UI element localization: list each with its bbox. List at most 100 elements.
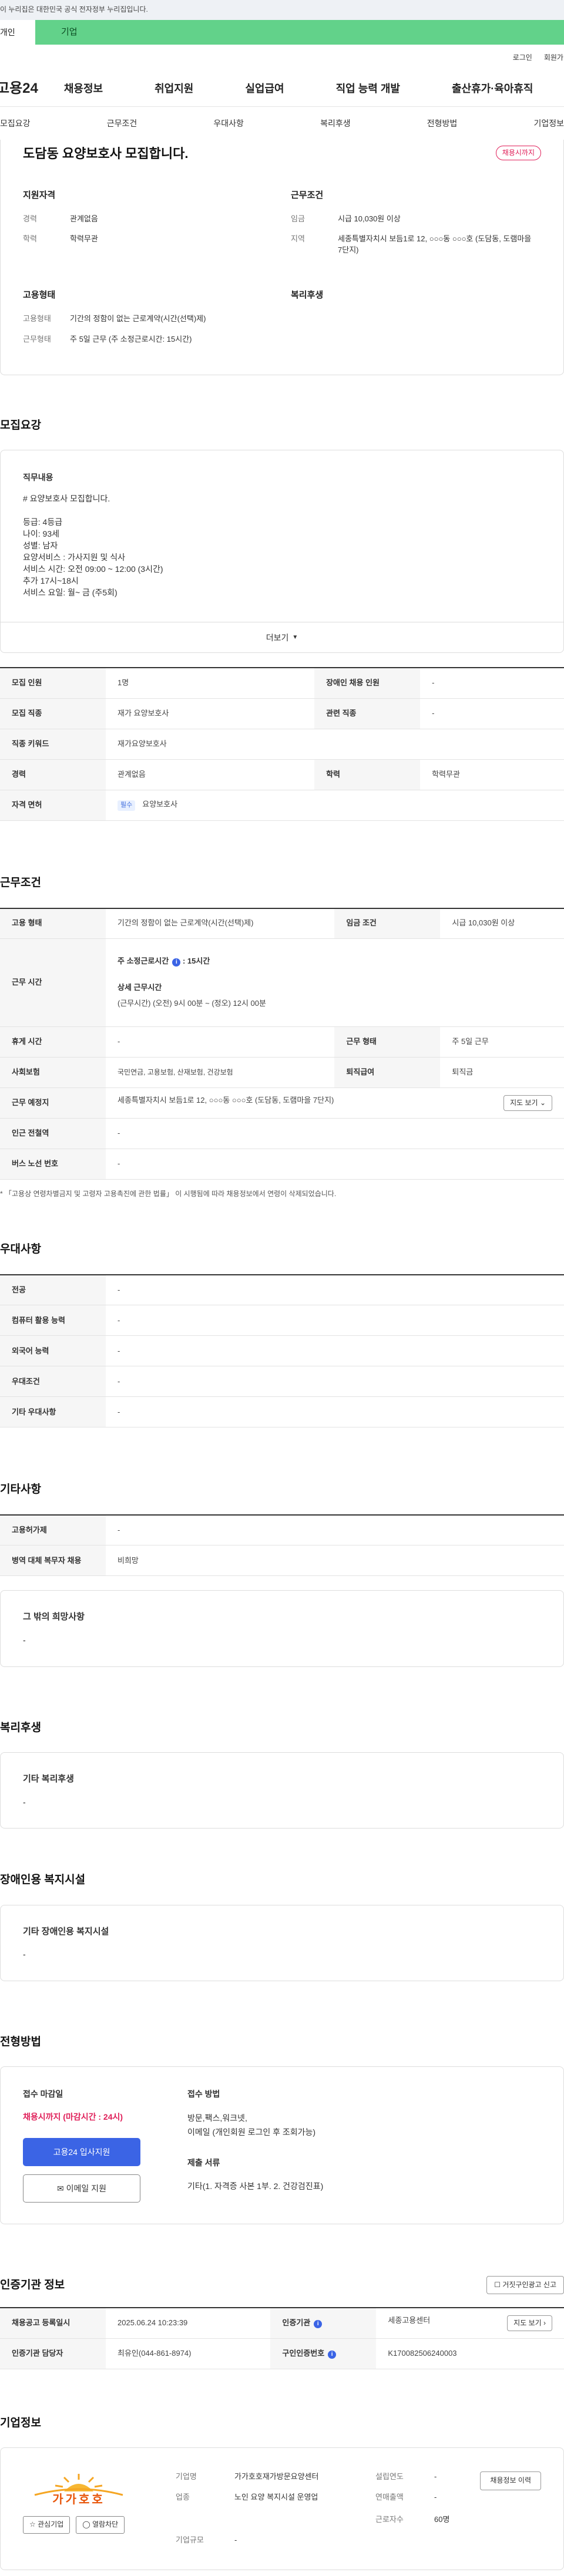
table-row: 근무 시간 주 소정근로시간 i : 15시간 상세 근무시간 (근무시간) (오…	[0, 938, 564, 1027]
block-company-button[interactable]: ◯ 열람차단	[76, 2516, 125, 2534]
cert-table: 채용공고 등록일시 2025.06.24 10:23:39 인증기관 i 세종고용센…	[0, 2307, 564, 2369]
favorite-company-button[interactable]: ☆ 관심기업	[23, 2516, 70, 2534]
table-cell: -	[420, 698, 564, 729]
table-header-cell: 관련 직종	[314, 698, 421, 729]
table-header-cell: 고용허가제	[0, 1514, 106, 1546]
summary-employment: 고용형태 고용형태 기간의 정함이 없는 근로계약(시간(선택)제) 근무형태 주 …	[23, 289, 273, 354]
map-button[interactable]: 지도 보기 ⌄	[503, 1095, 552, 1112]
cert-no-label: 구인인증번호	[282, 2348, 325, 2358]
welfare-label: 기타 복리후생	[23, 1774, 74, 1784]
duty-box: 직무내용 # 요양보호사 모집합니다. 등급: 4등급 나이: 93세 성별: …	[0, 450, 564, 654]
sales-label: 연매출액	[375, 2493, 404, 2502]
cert-heading: 인증기관 정보	[0, 2278, 65, 2291]
table-cell: -	[106, 1514, 564, 1546]
other-wishes-value: -	[23, 1635, 26, 1645]
block-label: 열람차단	[92, 2520, 119, 2529]
table-row: 인증기관 담당자 최유인(044-861-8974) 구인인증번호 i K17008…	[0, 2338, 564, 2369]
more-button[interactable]: 더보기 ▼	[1, 622, 563, 652]
license-value: 요양보호사	[142, 800, 178, 809]
docs-value: 기타(1. 자격증 사본 1부. 2. 건강검진표)	[187, 2181, 324, 2191]
site-logo[interactable]: 고용24	[0, 79, 38, 99]
selection-box: 접수 마감일 채용시까지 (마감시간 : 24시) 고용24 입사지원 ✉ 이메…	[0, 2066, 564, 2224]
nav-employment-support[interactable]: 취업지원	[155, 81, 193, 96]
nav-jobs[interactable]: 채용정보	[64, 81, 103, 96]
table-row: 사회보험 국민연금, 고용보험, 산재보험, 건강보험 퇴직급여 퇴직금	[0, 1057, 564, 1088]
job-history-button[interactable]: 채용정보 이력	[480, 2471, 541, 2490]
table-header-cell: 장애인 채용 인원	[314, 667, 421, 699]
summary-card: 도담동 요양보호사 모집합니다. 채용시까지 지원자격 경력 관계없음 학력 학력무…	[0, 140, 564, 375]
report-fake-ad-button[interactable]: ☐ 거짓구인광고 신고	[486, 2275, 564, 2295]
info-key: 설립연도	[375, 2472, 404, 2481]
anchor-company[interactable]: 기업정보	[533, 117, 564, 129]
table-cell: -	[106, 1274, 564, 1306]
info-icon[interactable]: i	[314, 2320, 323, 2329]
apply-button[interactable]: 고용24 입사지원	[23, 2137, 140, 2166]
table-cell: 주 5일 근무	[440, 1026, 564, 1058]
table-cell: -	[106, 1396, 564, 1428]
table-header-cell: 임금 조건	[334, 907, 441, 939]
nav-job-training[interactable]: 직업 능력 개발	[336, 81, 400, 96]
company-box: 가가호호 ☆ 관심기업 ◯ 열람차단 기업명 가가호호재가방문요양센터 설립연도 -…	[0, 2447, 564, 2570]
table-header-cell: 채용공고 등록일시	[0, 2307, 106, 2339]
company-logo: 가가호호	[23, 2471, 135, 2508]
company-logo-area: 가가호호 ☆ 관심기업 ◯ 열람차단	[23, 2471, 140, 2545]
method-value-1: 방문,팩스,워크넷,	[187, 2113, 247, 2123]
recruit-table: 모집 인원 1명 장애인 채용 인원 - 모집 직종 재가 요양보호사 관련 직종 - …	[0, 667, 564, 821]
table-row: 직종 키워드 재가요양보호사	[0, 729, 564, 760]
anchor-welfare[interactable]: 복리후생	[320, 117, 351, 129]
email-apply-button[interactable]: ✉ 이메일 지원	[23, 2174, 140, 2203]
welfare-box: 기타 복리후생 -	[0, 1752, 564, 1829]
org-cell: 세종고용센터 지도 보기 ›	[376, 2307, 564, 2339]
table-cell: -	[420, 667, 564, 699]
duty-text: # 요양보호사 모집합니다. 등급: 4등급 나이: 93세 성별: 남자 요양…	[23, 494, 163, 598]
table-header-cell: 전공	[0, 1274, 106, 1306]
anchor-recruit[interactable]: 모집요강	[0, 117, 31, 129]
nav-parental-leave[interactable]: 출산휴가·육아휴직	[452, 81, 533, 96]
document-icon: ☐	[494, 2280, 501, 2289]
site-tabs: 개인 기업	[0, 20, 564, 45]
detail-hours-label: 상세 근무시간	[118, 983, 162, 992]
disability-label: 기타 장애인용 복지시설	[23, 1926, 109, 1937]
table-header-cell: 직종 키워드	[0, 729, 106, 760]
signup-link[interactable]: 회원가입	[544, 53, 564, 63]
table-header-cell: 컴퓨터 활용 능력	[0, 1305, 106, 1336]
table-row: 근무 예정지 세종특별자치시 보듬1로 12, ○○○동 ○○○호 (도담동, …	[0, 1087, 564, 1119]
sales-value: -	[434, 2493, 437, 2502]
table-row: 우대조건 -	[0, 1366, 564, 1398]
info-key: 기업규모	[176, 2535, 204, 2544]
table-header-cell: 기타 우대사항	[0, 1396, 106, 1428]
kv-key: 학력	[23, 234, 37, 244]
table-header-cell: 학력	[314, 759, 421, 790]
company-logo-text: 가가호호	[52, 2493, 105, 2507]
selection-section: 전형방법 접수 마감일 채용시까지 (마감시간 : 24시) 고용24 입사지원…	[0, 2034, 564, 2224]
info-icon[interactable]: i	[172, 958, 181, 967]
anchor-preference[interactable]: 우대사항	[213, 117, 244, 129]
anchor-selection[interactable]: 전형방법	[427, 117, 458, 129]
nav-unemployment-benefit[interactable]: 실업급여	[245, 81, 284, 96]
tab-enterprise[interactable]: 기업	[35, 20, 564, 45]
anchor-conditions[interactable]: 근무조건	[107, 117, 137, 129]
license-cell: 필수 요양보호사	[106, 790, 564, 821]
info-icon[interactable]: i	[328, 2350, 337, 2359]
login-link[interactable]: 로그인	[513, 53, 532, 63]
method-value-2: 이메일 (개인회원 로그인 후 조회가능)	[187, 2127, 316, 2137]
chevron-down-icon: ▼	[292, 634, 298, 641]
section-anchors: 모집요강 근무조건 우대사항 복리후생 전형방법 기업정보	[0, 107, 564, 141]
table-cell: K170082506240003	[376, 2338, 564, 2369]
table-header-cell: 근무 예정지	[0, 1087, 106, 1119]
employees-value: 60명	[434, 2514, 450, 2524]
recruit-section: 모집요강 직무내용 # 요양보호사 모집합니다. 등급: 4등급 나이: 93세…	[0, 417, 564, 821]
disability-section: 장애인용 복지시설 기타 장애인용 복지시설 -	[0, 1872, 564, 1981]
table-cell: 학력무관	[420, 759, 564, 790]
table-row: 병역 대체 복무자 채용 비희망	[0, 1545, 564, 1577]
info-value: -	[234, 2535, 237, 2544]
org-map-button[interactable]: 지도 보기 ›	[507, 2315, 552, 2332]
welfare-section: 복리후생 기타 복리후생 -	[0, 1720, 564, 1829]
welfare-value: -	[23, 1797, 26, 1807]
table-cell: -	[106, 1026, 335, 1058]
mail-icon: ✉	[57, 2183, 64, 2193]
tab-personal[interactable]: 개인	[0, 20, 35, 45]
kv-key: 지역	[291, 234, 305, 244]
summary-welfare: 복리후생	[291, 289, 541, 354]
disability-value: -	[23, 1949, 26, 1959]
